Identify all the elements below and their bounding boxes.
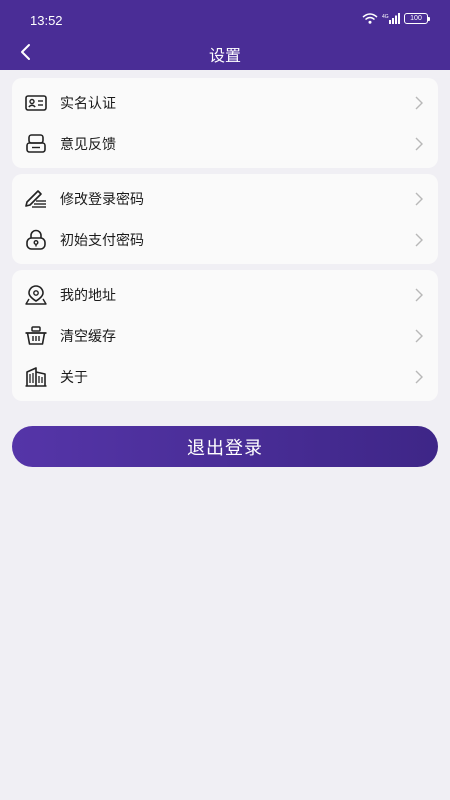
- settings-item-label: 关于: [60, 369, 88, 386]
- settings-item-my-address[interactable]: 我的地址: [12, 274, 438, 315]
- settings-group-2: 修改登录密码 初始支付密码: [12, 174, 438, 264]
- settings-group-1: 实名认证 意见反馈: [12, 78, 438, 168]
- settings-item-real-name-verification[interactable]: 实名认证: [12, 82, 438, 123]
- id-card-icon: [24, 91, 48, 115]
- wifi-icon: [362, 13, 378, 24]
- chevron-right-icon: [415, 233, 423, 246]
- logout-button[interactable]: 退出登录: [12, 426, 438, 467]
- settings-item-label: 意见反馈: [60, 136, 116, 153]
- settings-item-clear-cache[interactable]: 清空缓存: [12, 315, 438, 356]
- chevron-right-icon: [415, 96, 423, 109]
- status-bar: 13:52 4G 100: [0, 0, 450, 36]
- chevron-right-icon: [415, 288, 423, 301]
- settings-group-3: 我的地址 清空缓存 关于: [12, 270, 438, 401]
- location-icon: [24, 283, 48, 307]
- battery-icon: 100: [404, 13, 430, 24]
- page-title: 设置: [208, 46, 241, 65]
- chevron-right-icon: [415, 137, 423, 150]
- chevron-right-icon: [415, 192, 423, 205]
- settings-item-label: 实名认证: [60, 95, 116, 112]
- app-header: 13:52 4G 100 设置: [0, 0, 450, 70]
- svg-text:4G: 4G: [382, 14, 389, 20]
- signal-icon: 4G: [382, 13, 400, 24]
- settings-item-label: 修改登录密码: [60, 191, 144, 208]
- lock-icon: [24, 228, 48, 252]
- settings-item-initial-payment-password[interactable]: 初始支付密码: [12, 219, 438, 260]
- basket-icon: [24, 324, 48, 348]
- chevron-right-icon: [415, 370, 423, 383]
- settings-item-change-login-password[interactable]: 修改登录密码: [12, 178, 438, 219]
- feedback-icon: [24, 132, 48, 156]
- status-time: 13:52: [30, 13, 63, 28]
- settings-item-label: 初始支付密码: [60, 232, 144, 249]
- settings-item-label: 我的地址: [60, 287, 116, 304]
- edit-pen-icon: [24, 187, 48, 211]
- nav-bar: 设置: [0, 36, 450, 70]
- settings-item-about[interactable]: 关于: [12, 356, 438, 397]
- chevron-right-icon: [415, 329, 423, 342]
- status-icons: 4G 100: [362, 13, 430, 24]
- settings-item-feedback[interactable]: 意见反馈: [12, 123, 438, 164]
- building-icon: [24, 365, 48, 389]
- settings-item-label: 清空缓存: [60, 328, 116, 345]
